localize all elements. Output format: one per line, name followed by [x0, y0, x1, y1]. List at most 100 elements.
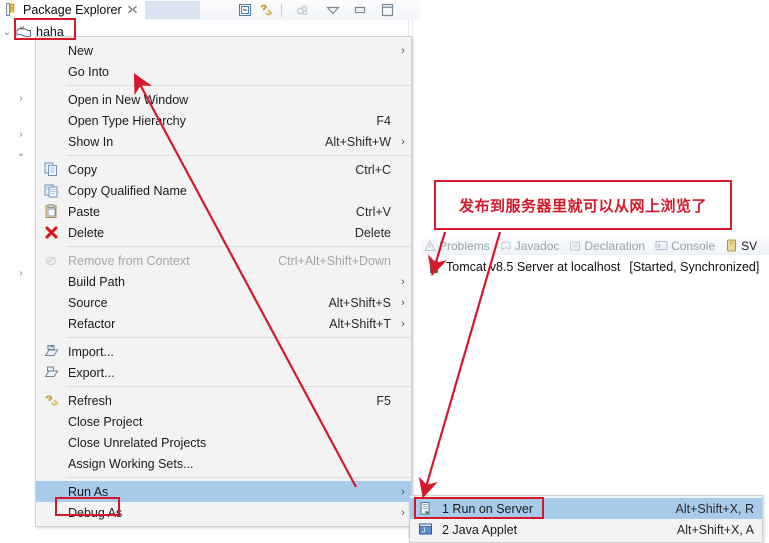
minimize-icon[interactable] — [352, 4, 368, 16]
run-on-server-highlight-box — [414, 497, 544, 519]
menu-item-refactor[interactable]: Refactor Alt+Shift+T › — [36, 313, 411, 334]
menu-item-label: Open Type Hierarchy — [68, 113, 186, 128]
bottom-tab-label: Problems — [439, 238, 490, 253]
chevron-down-icon[interactable]: ⌄ — [14, 148, 28, 159]
bottom-tab-label: SV — [741, 238, 758, 253]
export-icon — [44, 365, 59, 380]
menu-item-assign-working-sets[interactable]: Assign Working Sets... — [36, 453, 411, 474]
no-icon — [43, 317, 59, 331]
close-tab-icon[interactable] — [127, 4, 138, 15]
menu-item-accelerator: Alt+Shift+W — [325, 134, 391, 149]
chevron-right-icon[interactable]: › — [14, 268, 28, 279]
submenu-item-icon-slot: J — [410, 522, 440, 537]
menu-item-open-in-new-window[interactable]: Open in New Window — [36, 89, 411, 110]
bottom-tab-label: Declaration — [584, 238, 646, 253]
menu-item-delete[interactable]: Delete Delete — [36, 222, 411, 243]
annotation-note: 发布到服务器里就可以从网上浏览了 — [434, 180, 732, 230]
no-icon — [43, 114, 59, 128]
menu-separator — [66, 246, 411, 247]
menu-item-go-into[interactable]: Go Into — [36, 61, 411, 82]
project-highlight-box — [14, 18, 76, 40]
bottom-tab-problems[interactable]: Problems — [421, 239, 493, 253]
menu-item-new[interactable]: New › — [36, 40, 411, 61]
bottom-tab-declaration[interactable]: Declaration — [566, 239, 648, 253]
menu-item-paste[interactable]: Paste Ctrl+V — [36, 201, 411, 222]
submenu-chevron-icon: › — [401, 44, 405, 57]
menu-item-label: Show In — [68, 134, 114, 149]
menu-item-copy[interactable]: Copy Ctrl+C — [36, 159, 411, 180]
link-with-editor-icon[interactable] — [259, 3, 274, 17]
servers-icon — [725, 239, 738, 252]
menu-item-icon-slot — [36, 204, 66, 219]
no-icon — [43, 93, 59, 107]
menu-item-refresh[interactable]: Refresh F5 — [36, 390, 411, 411]
menu-item-label: Refactor — [68, 316, 116, 331]
collapse-all-icon[interactable] — [238, 3, 252, 17]
menu-item-icon-slot — [36, 393, 66, 408]
bottom-views-stack: Problems Javadoc Declaration Console SV Tomc… — [421, 236, 769, 278]
servers-view-row[interactable]: Tomcat v8.5 Server at localhost [Started… — [421, 256, 769, 277]
maximize-icon[interactable] — [379, 3, 395, 17]
menu-item-remove-from-context: Remove from Context Ctrl+Alt+Shift+Down — [36, 250, 411, 271]
menu-item-icon-slot — [36, 225, 66, 240]
menu-item-import[interactable]: Import... — [36, 341, 411, 362]
menu-item-icon-slot — [36, 114, 66, 128]
menu-separator — [66, 477, 411, 478]
menu-item-icon-slot — [36, 183, 66, 198]
package-explorer-icon — [6, 3, 18, 16]
bottom-tab-label: Console — [671, 238, 716, 253]
submenu-chevron-icon: › — [401, 275, 405, 288]
menu-item-label: Import... — [68, 344, 114, 359]
no-icon — [43, 275, 59, 289]
toolbar-divider — [281, 3, 282, 17]
project-context-menu[interactable]: New › Go Into Open in New Window Open Type H… — [35, 36, 412, 527]
menu-item-source[interactable]: Source Alt+Shift+S › — [36, 292, 411, 313]
menu-item-build-path[interactable]: Build Path › — [36, 271, 411, 292]
bottom-tab-javadoc[interactable]: Javadoc — [497, 239, 563, 253]
twisty-expanded-icon[interactable]: ⌄ — [0, 27, 14, 38]
menu-item-label: Copy Qualified Name — [68, 183, 187, 198]
menu-item-label: Delete — [68, 225, 105, 240]
menu-item-label: Source — [68, 295, 108, 310]
tree-twisty-row-1[interactable]: › — [14, 89, 28, 107]
menu-item-close-unrelated-projects[interactable]: Close Unrelated Projects — [36, 432, 411, 453]
menu-item-open-type-hierarchy[interactable]: Open Type Hierarchy F4 — [36, 110, 411, 131]
menu-item-export[interactable]: Export... — [36, 362, 411, 383]
menu-item-label: Refresh — [68, 393, 112, 408]
menu-item-show-in[interactable]: Show In Alt+Shift+W › — [36, 131, 411, 152]
menu-item-accelerator: Alt+Shift+T — [329, 316, 391, 331]
no-icon — [43, 457, 59, 471]
menu-item-accelerator: Ctrl+C — [355, 162, 391, 177]
remove-from-context-icon — [44, 253, 59, 268]
submenu-item-accelerator: Alt+Shift+X, R — [675, 501, 754, 516]
menu-item-close-project[interactable]: Close Project — [36, 411, 411, 432]
menu-item-label: Copy — [68, 162, 98, 177]
chevron-right-icon[interactable]: › — [14, 129, 28, 140]
submenu-item-label: 2 Java Applet — [442, 522, 518, 537]
bottom-tab-console[interactable]: Console — [652, 239, 718, 253]
no-icon — [43, 415, 59, 429]
menu-item-copy-qualified-name[interactable]: Copy Qualified Name — [36, 180, 411, 201]
menu-item-icon-slot — [36, 415, 66, 429]
copy-qualified-name-icon — [44, 183, 59, 198]
delete-icon — [44, 225, 59, 240]
tree-twisty-row-2[interactable]: › — [14, 125, 28, 143]
menu-item-accelerator: F5 — [376, 393, 391, 408]
menu-item-icon-slot — [36, 436, 66, 450]
view-filter-icon[interactable] — [295, 3, 310, 17]
menu-item-accelerator: F4 — [376, 113, 391, 128]
tree-twisty-row-4[interactable]: › — [14, 264, 28, 282]
java-applet-icon: J — [418, 522, 433, 537]
menu-item-label: Export... — [68, 365, 115, 380]
refresh-icon — [44, 393, 59, 408]
submenu-item-2-java-applet[interactable]: J 2 Java Applet Alt+Shift+X, A — [410, 519, 762, 540]
menu-item-label: Remove from Context — [68, 253, 190, 268]
bottom-tab-sv[interactable]: SV — [722, 239, 760, 253]
declaration-icon — [569, 240, 581, 252]
tree-twisty-row-3[interactable]: ⌄ — [14, 144, 28, 162]
no-icon — [43, 436, 59, 450]
view-menu-icon[interactable] — [325, 4, 341, 16]
menu-item-accelerator: Ctrl+V — [355, 204, 391, 219]
tab-label: Package Explorer — [23, 2, 122, 17]
chevron-right-icon[interactable]: › — [14, 93, 28, 104]
